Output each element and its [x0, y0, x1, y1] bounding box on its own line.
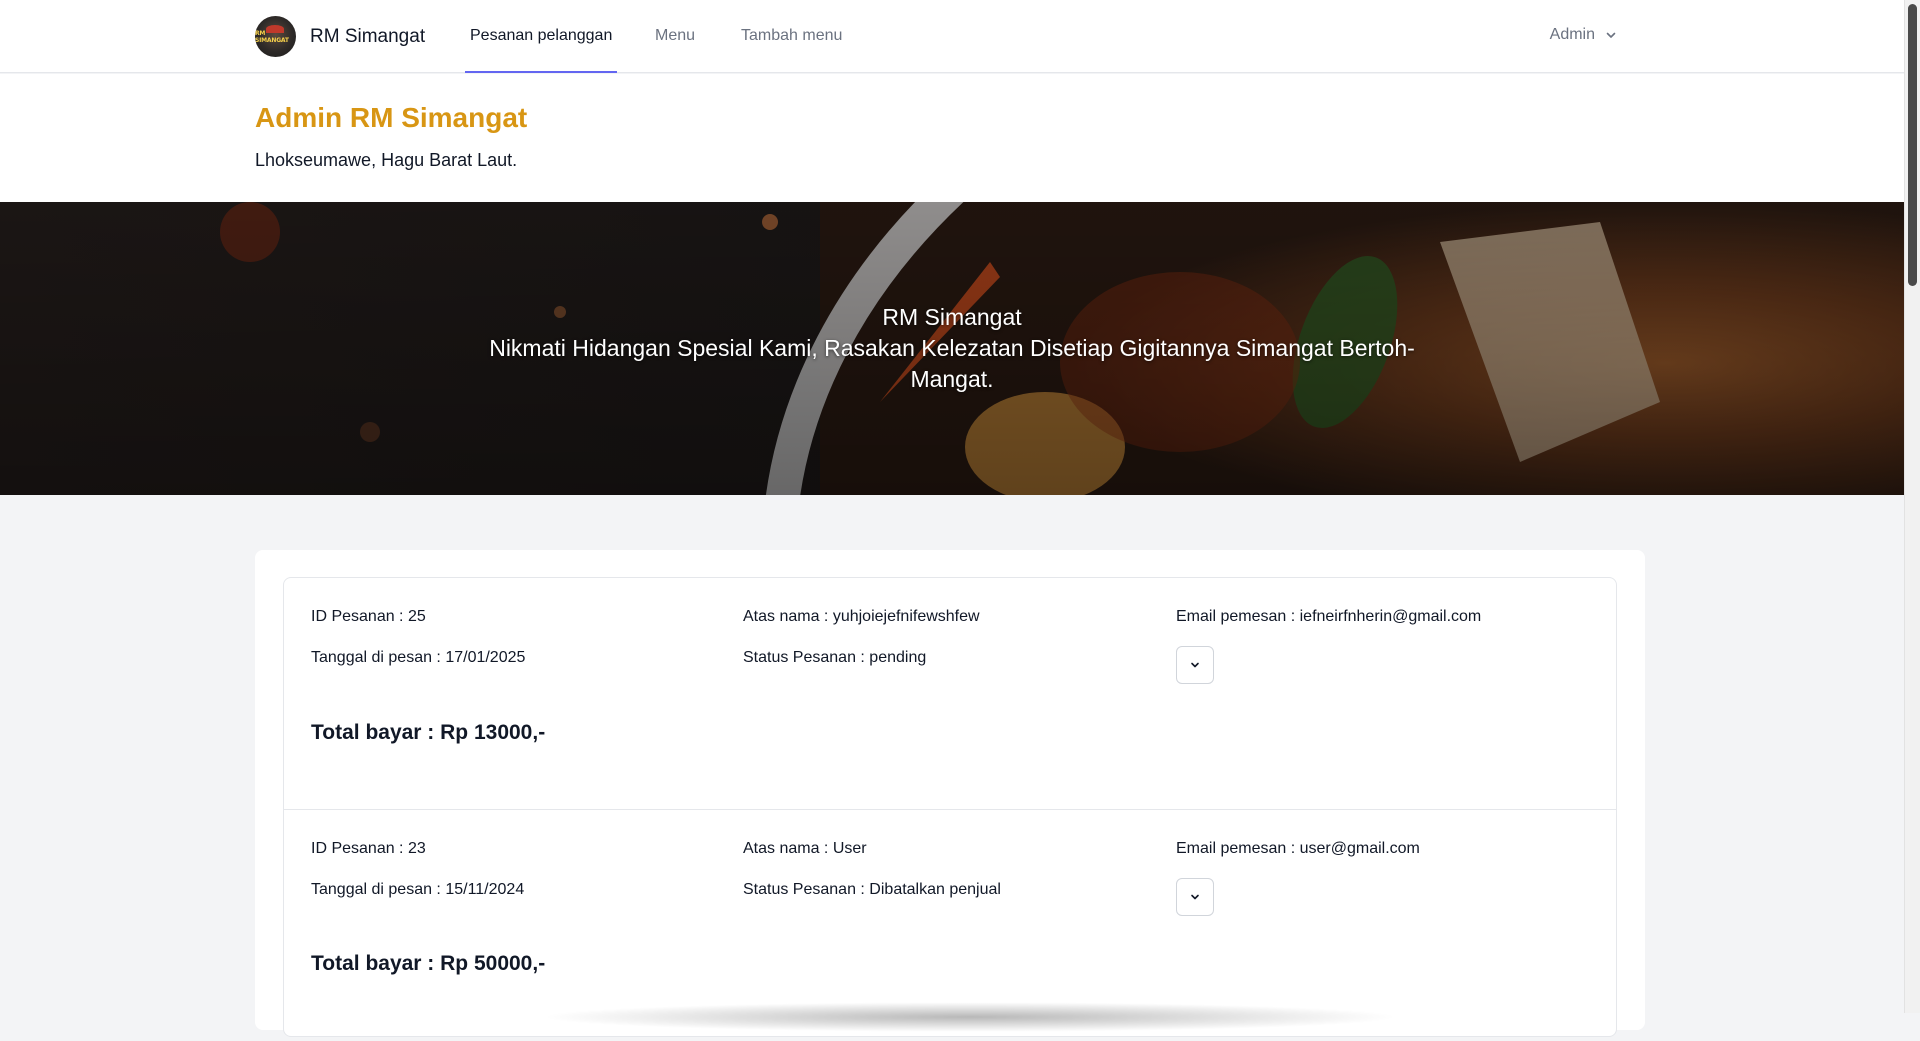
order-expand-button[interactable] — [1176, 646, 1214, 684]
order-email: Email pemesan : iefneirfnherin@gmail.com — [1176, 608, 1482, 625]
orders-panel: ID Pesanan : 25 Tanggal di pesan : 17/01… — [255, 550, 1645, 1037]
order-id: ID Pesanan : 25 — [311, 608, 426, 625]
order-id: ID Pesanan : 23 — [311, 840, 426, 857]
chevron-down-icon — [1191, 894, 1199, 900]
hero-tagline: Nikmati Hidangan Spesial Kami, Rasakan K… — [489, 335, 1415, 392]
orders-list: ID Pesanan : 25 Tanggal di pesan : 17/01… — [283, 577, 1617, 1037]
brand[interactable]: RM SIMANGAT RM Simangat — [255, 16, 425, 57]
page-title: Admin RM Simangat — [255, 102, 528, 133]
hero-banner: RM Simangat Nikmati Hidangan Spesial Kam… — [0, 202, 1904, 495]
order-status: Status Pesanan : pending — [743, 649, 927, 666]
order-email: Email pemesan : user@gmail.com — [1176, 840, 1420, 857]
nav-tab-pesanan-pelanggan[interactable]: Pesanan pelanggan — [465, 0, 618, 73]
order-date: Tanggal di pesan : 17/01/2025 — [311, 649, 526, 666]
user-menu-button[interactable]: Admin — [1550, 26, 1617, 44]
scrollbar-thumb[interactable] — [1908, 4, 1917, 286]
order-status: Status Pesanan : Dibatalkan penjual — [743, 881, 1001, 898]
order-customer-name: Atas nama : User — [743, 840, 867, 857]
order-total: Total bayar : Rp 13000,- — [311, 721, 546, 744]
nav-tab-menu[interactable]: Menu — [655, 0, 695, 73]
order-date: Tanggal di pesan : 15/11/2024 — [311, 881, 525, 898]
logo-text: RM SIMANGAT — [255, 29, 289, 44]
restaurant-logo: RM SIMANGAT — [255, 16, 296, 57]
top-navbar: RM SIMANGAT RM Simangat Pesanan pelangga… — [0, 0, 1904, 73]
chevron-down-icon — [1191, 662, 1199, 668]
order-total: Total bayar : Rp 50000,- — [311, 952, 546, 975]
order-item: ID Pesanan : 25 Tanggal di pesan : 17/01… — [284, 578, 1616, 810]
hero-title: RM Simangat — [882, 304, 1022, 330]
chevron-down-icon — [1606, 32, 1616, 38]
user-menu-label: Admin — [1549, 26, 1595, 43]
brand-name: RM Simangat — [310, 25, 426, 47]
page-scrollbar[interactable] — [1904, 0, 1920, 1013]
nav-tab-tambah-menu[interactable]: Tambah menu — [741, 0, 842, 73]
page-header: Admin RM Simangat Lhokseumawe, Hagu Bara… — [0, 74, 1904, 202]
order-expand-button[interactable] — [1176, 878, 1214, 916]
page-subtitle: Lhokseumawe, Hagu Barat Laut. — [255, 150, 518, 170]
order-customer-name: Atas nama : yuhjoiejefnifewshfew — [743, 608, 980, 625]
hero-text: RM Simangat Nikmati Hidangan Spesial Kam… — [480, 302, 1424, 395]
floating-element-shadow — [540, 1002, 1400, 1032]
